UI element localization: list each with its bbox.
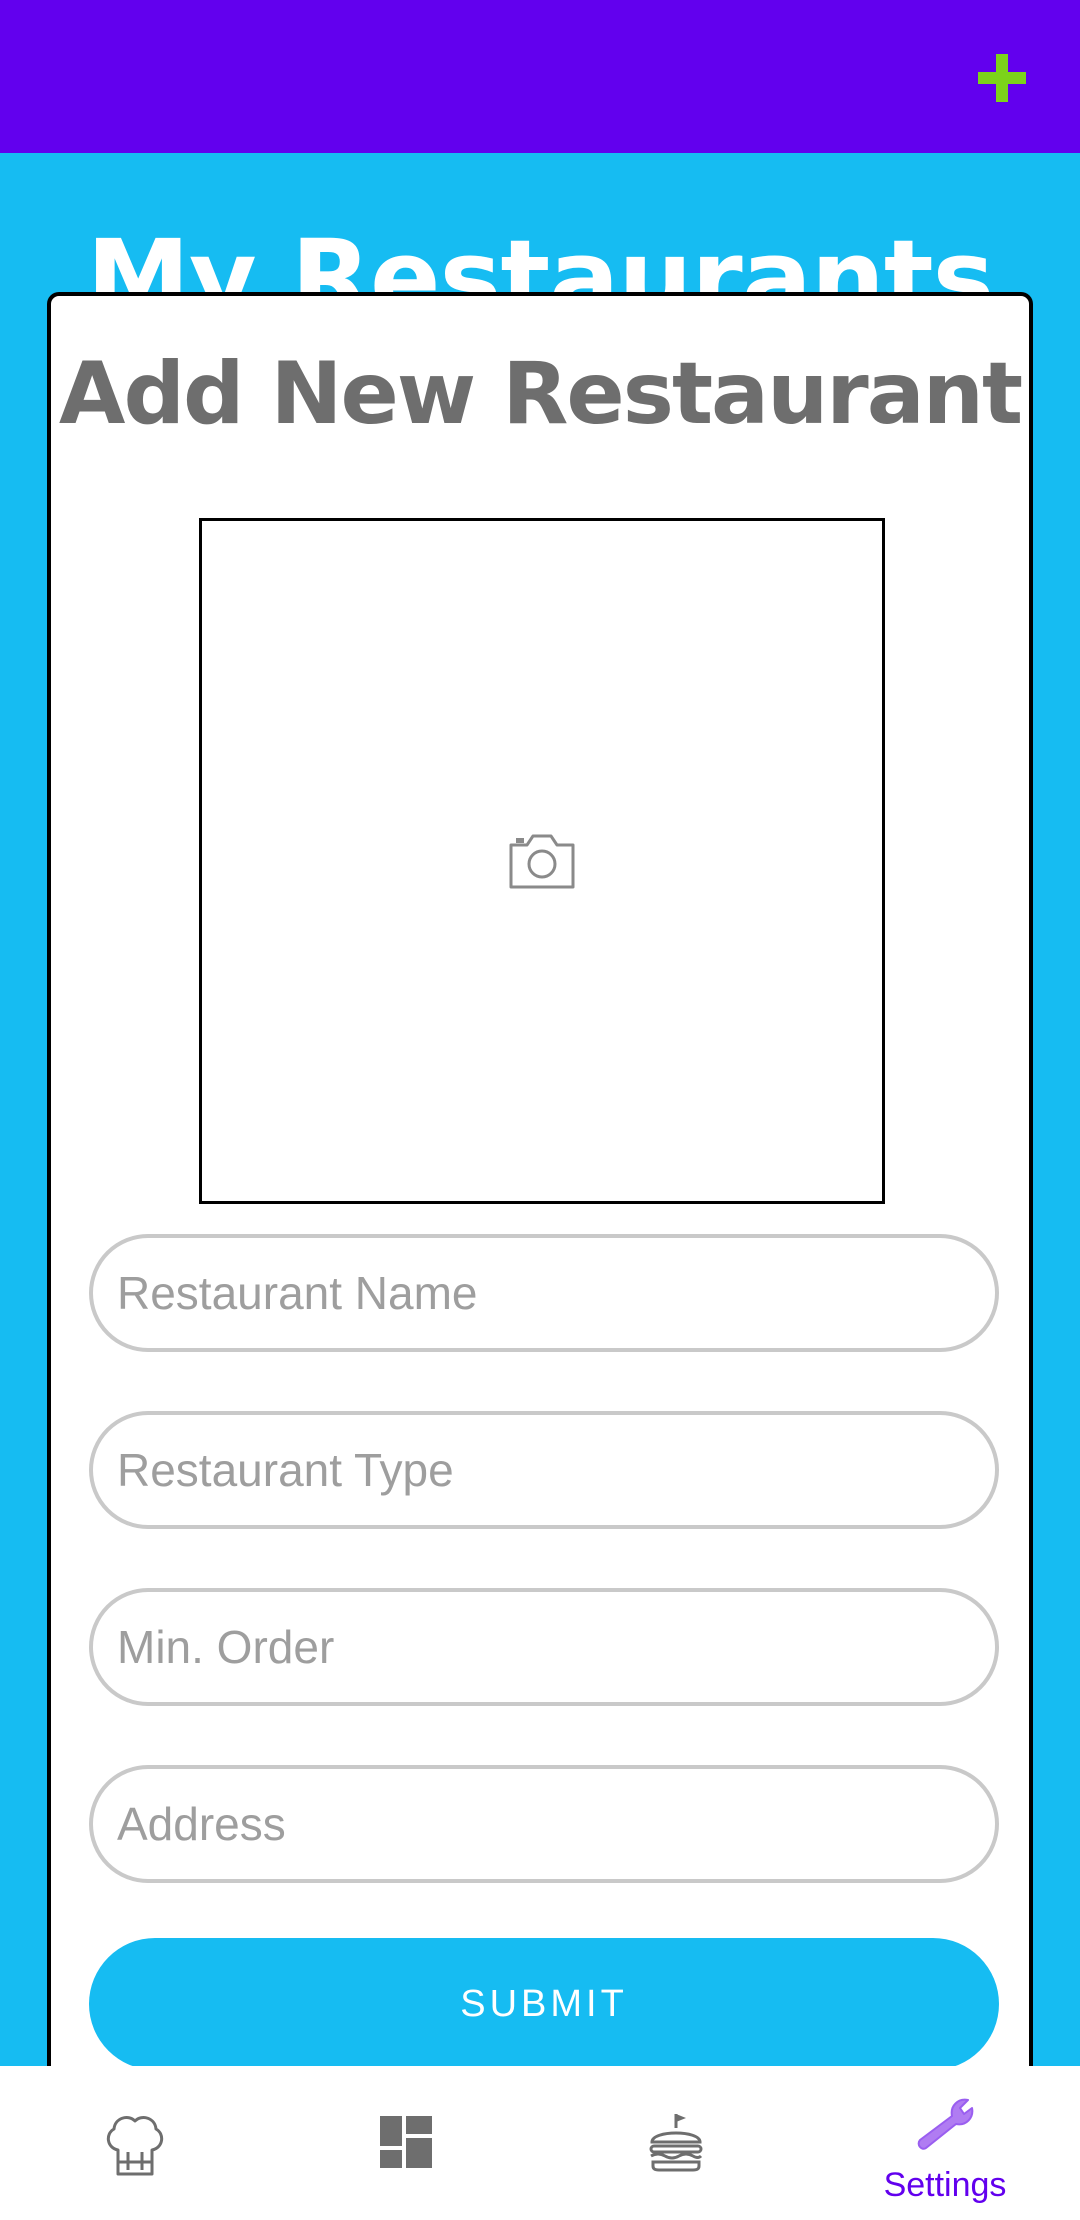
photo-picker[interactable] <box>199 518 885 1204</box>
nav-item-menu[interactable] <box>540 2066 810 2220</box>
restaurant-type-field[interactable] <box>89 1411 999 1529</box>
nav-item-dashboard[interactable] <box>270 2066 540 2220</box>
bottom-navigation: Settings <box>0 2066 1080 2220</box>
nav-label-settings: Settings <box>883 2166 1007 2204</box>
burger-icon <box>649 2114 703 2172</box>
restaurant-name-field[interactable] <box>89 1234 999 1352</box>
submit-button[interactable]: SUBMIT <box>89 1938 999 2070</box>
camera-icon <box>509 834 575 889</box>
dashboard-icon <box>380 2116 432 2168</box>
chef-hat-icon <box>106 2116 164 2176</box>
add-restaurant-dialog: Add New Restaurant SUBMIT <box>47 292 1033 2092</box>
plus-icon <box>978 54 1026 102</box>
address-input[interactable] <box>93 1769 995 1879</box>
dialog-title: Add New Restaurant <box>58 344 1023 444</box>
address-field[interactable] <box>89 1765 999 1883</box>
app-bar <box>0 0 1080 153</box>
nav-item-restaurants[interactable] <box>0 2066 270 2220</box>
restaurant-type-input[interactable] <box>93 1415 995 1525</box>
min-order-field[interactable] <box>89 1588 999 1706</box>
restaurant-name-input[interactable] <box>93 1238 995 1348</box>
min-order-input[interactable] <box>93 1592 995 1702</box>
add-restaurant-button[interactable] <box>974 50 1030 106</box>
nav-item-settings[interactable]: Settings <box>810 2066 1080 2220</box>
wrench-icon <box>917 2098 974 2150</box>
